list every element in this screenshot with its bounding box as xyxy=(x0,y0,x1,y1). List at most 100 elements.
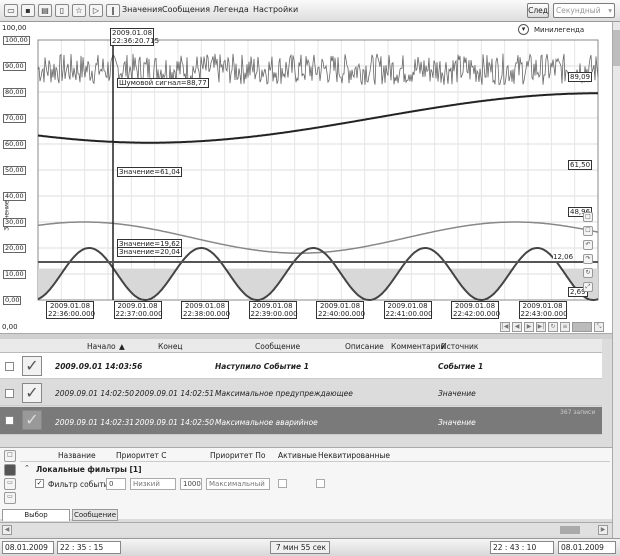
y-top-label: 100,00 xyxy=(2,24,27,32)
table-row[interactable]: ✓ 2009.09.01 14:03:56 Наступило Событие … xyxy=(0,353,602,379)
row-end: 2009.09.01 14:02:50 xyxy=(135,418,215,427)
row-source: Событие 1 xyxy=(438,362,484,371)
unack-checkbox[interactable] xyxy=(316,479,325,488)
y-tick-label: 0,00 xyxy=(3,296,22,305)
page-icon[interactable]: ▯ xyxy=(55,4,69,17)
from-input[interactable]: 0 xyxy=(106,478,126,490)
menu-messages[interactable]: Сообщения xyxy=(162,5,210,14)
scroll-right-icon[interactable]: ▶ xyxy=(598,525,608,535)
check-icon[interactable]: ✓ xyxy=(22,383,42,403)
tab-message[interactable]: Сообщение xyxy=(72,509,118,521)
y-tick-label: 30,00 xyxy=(3,218,26,227)
cursor-time: 22:36:20.715 xyxy=(112,37,160,45)
trend-chart xyxy=(37,30,599,301)
filter-group[interactable]: ⌃ Локальные фильтры [1] xyxy=(20,464,610,476)
next-icon[interactable]: ▶ xyxy=(524,322,534,332)
to-select[interactable]: Максимальный xyxy=(206,478,270,490)
row-start: 2009.09.01 14:03:56 xyxy=(55,362,143,371)
reload-icon[interactable]: ↻ xyxy=(548,322,558,332)
end-date[interactable]: 08.01.2009 xyxy=(558,541,616,554)
row-end: 2009.09.01 14:02:51 xyxy=(135,389,215,398)
doc-icon[interactable]: ▭ xyxy=(4,4,18,17)
active-checkbox[interactable] xyxy=(278,479,287,488)
row-checkbox[interactable] xyxy=(5,389,14,398)
expand-icon[interactable]: ⤡ xyxy=(594,322,604,332)
start-date[interactable]: 08.01.2009 xyxy=(2,541,54,554)
hand-icon[interactable]: ☐ xyxy=(583,226,593,236)
fit-icon[interactable]: ⤢ xyxy=(583,282,593,292)
mini-legend[interactable]: ▾ Минилегенда xyxy=(518,24,610,36)
right-big: 61,50 xyxy=(568,160,593,170)
row-message: Максимальное аварийное xyxy=(215,418,318,427)
chart-nav-bar: |◀ ◀ ▶ ▶| ↻ ≡ ⤡ xyxy=(500,322,608,332)
row-source: Значение xyxy=(438,389,476,398)
row-start: 2009.09.01 14:02:50 xyxy=(55,389,135,398)
col-description[interactable]: Описание xyxy=(345,342,384,351)
menu-values[interactable]: Значения xyxy=(122,5,162,14)
y-tick-label: 100,00 xyxy=(3,36,30,45)
end-time[interactable]: 22 : 43 : 10 xyxy=(490,541,554,554)
cursor-label: 2009.01.08 22:36:20.715 xyxy=(110,28,160,46)
chart-area[interactable]: ▾ Минилегенда 100,00 0,00 Значение 100,0… xyxy=(0,22,612,334)
label-noise: Шумовой сигнал=88,77 xyxy=(117,78,209,88)
filter-side-toolbar: □ ▭ ▭ xyxy=(2,448,18,510)
prev-icon[interactable]: ◀ xyxy=(512,322,522,332)
delete-icon[interactable]: ▭ xyxy=(4,492,16,504)
list-icon[interactable]: ≡ xyxy=(560,322,570,332)
fcol-from[interactable]: Приоритет С xyxy=(116,451,166,460)
first-icon[interactable]: |◀ xyxy=(500,322,510,332)
col-source[interactable]: Источник xyxy=(441,342,478,351)
col-start[interactable]: Начало xyxy=(87,342,116,351)
mini-legend-label: Минилегенда xyxy=(534,26,585,34)
timeline-thumb[interactable] xyxy=(560,526,580,534)
filter-row[interactable]: ✓ Фильтр событий 0 Низкий 1000 Максималь… xyxy=(20,478,610,492)
fcol-to[interactable]: Приоритет По xyxy=(210,451,265,460)
from-select[interactable]: Низкий xyxy=(130,478,176,490)
undo-icon[interactable]: ↶ xyxy=(583,240,593,250)
zoom-icon[interactable]: □ xyxy=(583,212,593,222)
refresh-icon[interactable]: ↻ xyxy=(583,268,593,278)
vertical-scrollbar[interactable] xyxy=(612,22,620,538)
col-end[interactable]: Конец xyxy=(158,342,183,351)
start-time[interactable]: 22 : 35 : 15 xyxy=(57,541,121,554)
col-comment[interactable]: Комментарий xyxy=(391,342,445,351)
pause-icon[interactable]: ‖ xyxy=(106,4,120,17)
edit-icon[interactable]: ▭ xyxy=(4,478,16,490)
threshold-value: 12,06 xyxy=(553,253,574,261)
x-tick-label: 2009.01.08 22:41:00.000 xyxy=(383,301,433,319)
x-tick-label: 2009.01.08 22:37:00.000 xyxy=(113,301,163,319)
check-icon[interactable]: ✓ xyxy=(22,410,42,430)
fcol-active[interactable]: Активные xyxy=(278,451,317,460)
row-checkbox[interactable] xyxy=(5,362,14,371)
menu-legend[interactable]: Легенда xyxy=(213,5,249,14)
table-row[interactable]: ✓ 2009.09.01 14:02:31 2009.09.01 14:02:5… xyxy=(0,407,602,435)
check-icon[interactable]: ✓ xyxy=(22,356,42,376)
start-time-value: 22 : 35 : 15 xyxy=(60,543,104,552)
last-icon[interactable]: ▶| xyxy=(536,322,546,332)
scroll-thumb[interactable] xyxy=(613,30,620,66)
tab-message-select[interactable]: Выбор сообщений xyxy=(2,509,70,530)
add-icon[interactable]: □ xyxy=(4,450,16,462)
play-icon[interactable]: ▷ xyxy=(89,4,103,17)
fcol-unack[interactable]: Неквитированные xyxy=(318,451,390,460)
table-row[interactable]: ✓ 2009.09.01 14:02:50 2009.09.01 14:02:5… xyxy=(0,380,602,406)
mode-select[interactable]: Секундный ▾ xyxy=(553,3,615,18)
row-checkbox[interactable] xyxy=(5,416,14,425)
print-icon[interactable]: ▤ xyxy=(38,4,52,17)
redo-icon[interactable]: ↷ xyxy=(583,254,593,264)
col-message[interactable]: Сообщение xyxy=(255,342,300,351)
menu-settings[interactable]: Настройки xyxy=(253,5,298,14)
save-icon[interactable]: ▪ xyxy=(21,4,35,17)
filter-checkbox[interactable]: ✓ xyxy=(35,479,44,488)
to-input[interactable]: 1000 xyxy=(180,478,202,490)
right-noise: 89,09 xyxy=(568,72,593,82)
next-button[interactable]: След xyxy=(527,3,549,18)
timeline-scrollbar[interactable]: ◀ ▶ xyxy=(0,522,612,536)
record-count: 367 записи xyxy=(560,409,596,416)
star-icon[interactable]: ☆ xyxy=(72,4,86,17)
fcol-name[interactable]: Название xyxy=(58,451,96,460)
scroll-left-icon[interactable]: ◀ xyxy=(2,525,12,535)
filter-icon[interactable] xyxy=(4,464,16,476)
mode-icon[interactable] xyxy=(572,322,592,332)
collapse-icon[interactable]: ⌃ xyxy=(24,464,30,472)
